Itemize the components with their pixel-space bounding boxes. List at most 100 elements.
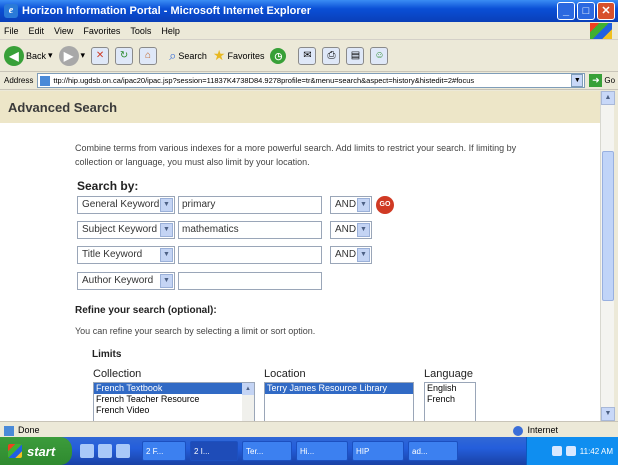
start-button[interactable]: start — [0, 437, 72, 465]
refine-heading: Refine your search (optional): — [75, 305, 217, 316]
chevron-up-icon[interactable]: ▲ — [601, 91, 615, 105]
menu-edit[interactable]: Edit — [29, 26, 45, 36]
page-scrollbar[interactable]: ▲ ▼ — [600, 91, 615, 421]
search-row-4: Author Keyword ▼ — [77, 271, 322, 290]
listbox-scrollbar[interactable]: ▲ — [242, 383, 254, 421]
toolbar: ◀ Back ▾ ▶ ▾ ✕ ↻ ⌂ ⌕ Search ★ Favorites … — [0, 40, 618, 72]
index-select-4[interactable]: Author Keyword ▼ — [77, 271, 175, 290]
language-listbox[interactable]: English French — [424, 382, 476, 421]
page-icon — [40, 75, 51, 86]
title-bar[interactable]: e Horizon Information Portal - Microsoft… — [0, 0, 618, 22]
limits-label: Limits — [92, 349, 122, 360]
page-title: Advanced Search — [0, 91, 600, 123]
menu-favorites[interactable]: Favorites — [83, 26, 120, 36]
search-term-input-3[interactable] — [178, 245, 322, 264]
back-arrow-icon: ◀ — [4, 45, 24, 66]
page-content: Advanced Search Combine terms from vario… — [0, 91, 600, 421]
chevron-down-icon: ▼ — [357, 197, 370, 212]
close-button[interactable]: ✕ — [597, 2, 615, 20]
address-input[interactable]: ttp://hip.ugdsb.on.ca/ipac20/ipac.jsp?se… — [37, 73, 586, 88]
search-row-2: Subject Keyword ▼ mathematics AND ▼ — [77, 220, 372, 239]
taskbar-item[interactable]: HIP — [352, 441, 404, 461]
list-item[interactable]: French Video — [94, 405, 254, 416]
taskbar-item[interactable]: ad... — [408, 441, 458, 461]
stop-icon[interactable]: ✕ — [91, 46, 110, 65]
home-icon[interactable]: ⌂ — [139, 46, 158, 65]
history-icon[interactable]: ◷ — [270, 47, 287, 64]
search-term-input-2[interactable]: mathematics — [178, 220, 322, 239]
address-url: ttp://hip.ugdsb.on.ca/ipac20/ipac.jsp?se… — [53, 76, 475, 85]
back-dropdown-icon[interactable]: ▾ — [48, 50, 53, 61]
index-select-1[interactable]: General Keyword ▼ — [77, 195, 175, 214]
star-icon: ★ — [212, 47, 226, 63]
list-item[interactable]: Terry James Resource Library — [265, 383, 413, 394]
chevron-down-icon: ▼ — [160, 197, 173, 212]
scrollbar-thumb[interactable] — [602, 151, 614, 301]
operator-select-3[interactable]: AND ▼ — [330, 245, 372, 264]
start-label: start — [27, 443, 56, 459]
operator-select-1[interactable]: AND ▼ — [330, 195, 372, 214]
forward-button[interactable]: ▶ ▾ — [58, 45, 86, 66]
go-button[interactable]: ➜ Go — [589, 74, 615, 87]
messenger-icon[interactable]: ☺ — [370, 46, 389, 65]
location-listbox[interactable]: Terry James Resource Library — [264, 382, 414, 421]
taskbar-item[interactable]: Hi... — [296, 441, 348, 461]
favorites-button[interactable]: ★ Favorites — [213, 47, 265, 64]
quick-launch-icon[interactable] — [80, 444, 94, 458]
index-select-3[interactable]: Title Keyword ▼ — [77, 245, 175, 264]
quick-launch-icon[interactable] — [98, 444, 112, 458]
address-label: Address — [4, 76, 34, 85]
back-button[interactable]: ◀ Back ▾ — [4, 45, 53, 66]
forward-dropdown-icon[interactable]: ▾ — [81, 50, 86, 61]
mail-icon[interactable]: ✉ — [298, 46, 317, 65]
list-item[interactable]: French — [425, 394, 475, 405]
menu-help[interactable]: Help — [161, 26, 180, 36]
search-icon: ⌕ — [169, 47, 177, 63]
list-item[interactable]: French Teacher Resource — [94, 394, 254, 405]
operator-select-2[interactable]: AND ▼ — [330, 220, 372, 239]
tray-icon[interactable] — [551, 446, 562, 456]
language-label: Language — [424, 368, 473, 380]
intro-text: Combine terms from various indexes for a… — [75, 143, 517, 167]
taskbar-item[interactable]: 2 F... — [142, 441, 186, 461]
clock: 11:42 AM — [579, 446, 613, 456]
index-select-value: Subject Keyword — [82, 224, 158, 235]
menu-file[interactable]: File — [4, 26, 19, 36]
taskbar-item[interactable]: Ter... — [242, 441, 292, 461]
chevron-down-icon[interactable]: ▼ — [601, 407, 615, 421]
menu-tools[interactable]: Tools — [130, 26, 151, 36]
menu-view[interactable]: View — [54, 26, 73, 36]
go-search-button[interactable]: GO — [376, 195, 394, 214]
index-select-2[interactable]: Subject Keyword ▼ — [77, 220, 175, 239]
refresh-icon[interactable]: ↻ — [115, 46, 134, 65]
window-title: Horizon Information Portal - Microsoft I… — [22, 5, 312, 17]
maximize-button[interactable]: □ — [577, 2, 595, 20]
index-select-value: Author Keyword — [82, 275, 154, 286]
search-by-label: Search by: — [77, 179, 139, 193]
print-icon[interactable]: ⎙ — [322, 46, 341, 65]
taskbar-item[interactable]: 2 I... — [190, 441, 238, 461]
location-label: Location — [264, 368, 306, 380]
minimize-button[interactable]: _ — [557, 2, 575, 20]
address-dropdown-icon[interactable]: ▼ — [571, 74, 584, 87]
search-row-3: Title Keyword ▼ AND ▼ — [77, 245, 372, 264]
go-label: Go — [604, 76, 616, 85]
chevron-down-icon: ▼ — [160, 222, 173, 237]
collection-listbox[interactable]: French Textbook French Teacher Resource … — [93, 382, 255, 421]
quick-launch-icon[interactable] — [116, 444, 130, 458]
list-item[interactable]: English — [425, 383, 475, 394]
tray-icon[interactable] — [565, 446, 576, 456]
list-item[interactable]: French Textbook — [94, 383, 254, 394]
taskbar: start 2 F... 2 I... Ter... Hi... HIP ad.… — [0, 437, 618, 465]
search-term-input-1[interactable]: primary — [178, 195, 322, 214]
menu-bar: File Edit View Favorites Tools Help — [0, 22, 618, 40]
system-tray: 11:42 AM — [526, 437, 618, 465]
quick-launch — [80, 444, 130, 458]
edit-icon[interactable]: ▤ — [346, 46, 365, 65]
chevron-down-icon: ▼ — [357, 222, 370, 237]
ie-icon: e — [4, 4, 18, 18]
chevron-up-icon[interactable]: ▲ — [242, 383, 254, 395]
search-term-input-4[interactable] — [178, 271, 322, 290]
search-button[interactable]: ⌕ Search — [169, 48, 207, 64]
forward-arrow-icon: ▶ — [58, 45, 79, 66]
